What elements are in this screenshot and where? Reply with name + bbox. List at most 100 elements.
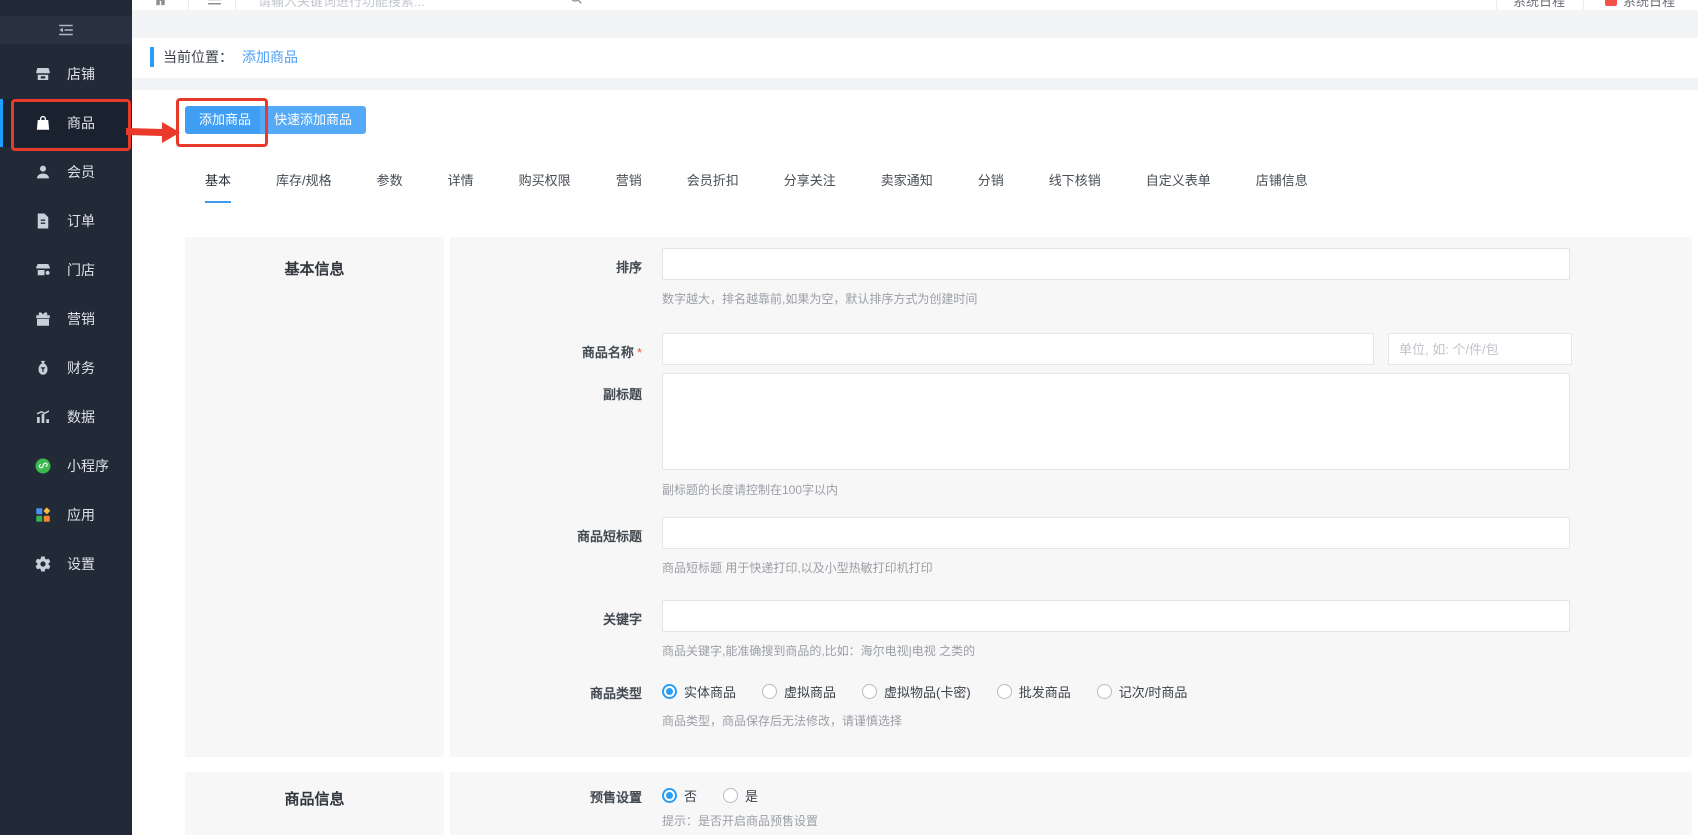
radio-icon	[723, 788, 739, 803]
radio-selected-icon	[662, 684, 677, 699]
required-mark: *	[636, 345, 642, 360]
store-icon	[36, 68, 50, 80]
presale-helper: 提示：是否开启商品预售设置	[662, 814, 819, 828]
sidebar-item-store-branch[interactable]: 门店	[0, 246, 132, 294]
collapse-sidebar-icon	[59, 24, 73, 36]
sort-label: 排序	[615, 260, 642, 275]
goods-bag-icon	[36, 115, 50, 130]
short-title-helper: 商品短标题 用于快递打印,以及小型热敏打印机打印	[662, 561, 933, 575]
topbar-divider	[1496, 0, 1497, 10]
keywords-input[interactable]	[662, 600, 1570, 632]
sidebar-item-apps[interactable]: 应用	[0, 491, 132, 539]
topbar-divider	[188, 0, 189, 10]
goods-type-helper: 商品类型，商品保存后无法修改，请谨慎选择	[662, 714, 903, 728]
tab-marketing[interactable]: 营销	[616, 170, 642, 203]
subtitle-textarea[interactable]	[662, 373, 1570, 470]
member-icon	[37, 165, 49, 179]
sort-input[interactable]	[662, 248, 1570, 280]
radio-icon	[762, 684, 778, 699]
section-info-title: 商品信息	[284, 791, 345, 808]
home-icon[interactable]	[152, 0, 169, 8]
sidebar-item-order[interactable]: 订单	[0, 197, 132, 245]
goods-type-label: 商品类型	[589, 686, 642, 701]
sidebar-item-shop[interactable]: 店铺	[0, 50, 132, 98]
presale-radio-group: 否 是	[662, 786, 784, 805]
product-name-label: 商品名称 *	[581, 345, 642, 360]
radio-option-count-time[interactable]: 记次/时商品	[1096, 682, 1187, 701]
menu-icon[interactable]	[206, 0, 223, 8]
tab-custom-form[interactable]: 自定义表单	[1146, 170, 1211, 203]
breadcrumb-label: 当前位置：	[163, 49, 233, 65]
sidebar-item-marketing[interactable]: 营销	[0, 295, 132, 343]
section-basic-form: 排序 数字越大，排名越靠前,如果为空，默认排序方式为创建时间 商品名称* 副标题…	[450, 237, 1692, 757]
radio-option-presale-no[interactable]: 否	[662, 786, 697, 805]
keywords-helper: 商品关键字,能准确搜到商品的,比如：海尔电视|电视 之类的	[662, 644, 976, 658]
gear-icon	[35, 556, 51, 572]
sidebar: 店铺 商品 会员 订单 门店 营销 财务 数据 小程序 应用 设置	[0, 0, 132, 835]
money-bag-icon	[38, 360, 48, 375]
keywords-label: 关键字	[602, 612, 642, 627]
breadcrumb-accent	[150, 47, 154, 67]
product-form-tabs: 基本 库存/规格 参数 详情 购买权限 营销 会员折扣 分享关注 卖家通知 分销…	[205, 170, 1308, 203]
tab-shop-info[interactable]: 店铺信息	[1256, 170, 1308, 203]
topbar-divider	[235, 0, 236, 10]
subtitle-label: 副标题	[602, 387, 642, 402]
section-basic-title: 基本信息	[284, 261, 345, 278]
quick-add-product-button[interactable]: 快速添加商品	[260, 106, 367, 134]
short-title-label: 商品短标题	[576, 529, 642, 544]
radio-option-physical[interactable]: 实体商品	[662, 682, 736, 701]
sidebar-item-data[interactable]: 数据	[0, 393, 132, 441]
topbar: 请输入关键词进行功能搜索... 系统日程 系统日程	[132, 0, 1698, 10]
radio-icon	[862, 684, 878, 699]
apps-grid-icon	[36, 507, 51, 522]
goods-type-radio-group: 实体商品 虚拟商品 虚拟物品(卡密) 批发商品 记次/时商品	[662, 682, 1213, 701]
admin-add-product-page: 请输入关键词进行功能搜索... 系统日程 系统日程 当前位置： 添加商品 添加商…	[0, 0, 1698, 835]
sidebar-item-finance[interactable]: 财务	[0, 344, 132, 392]
topbar-divider	[1583, 0, 1584, 10]
search-icon[interactable]	[568, 0, 584, 6]
tab-stock-spec[interactable]: 库存/规格	[276, 170, 332, 203]
section-info-left: 商品信息	[185, 772, 444, 835]
breadcrumb: 当前位置： 添加商品	[150, 47, 298, 67]
breadcrumb-current-link[interactable]: 添加商品	[242, 47, 298, 67]
tab-purchase-permission[interactable]: 购买权限	[519, 170, 571, 203]
tab-seller-notice[interactable]: 卖家通知	[881, 170, 933, 203]
short-title-input[interactable]	[662, 517, 1570, 549]
gift-icon	[36, 312, 50, 326]
radio-option-wholesale[interactable]: 批发商品	[996, 682, 1071, 701]
topbar-link-1[interactable]: 系统日程	[1513, 0, 1565, 10]
radio-option-presale-yes[interactable]: 是	[723, 786, 758, 805]
notification-icon[interactable]	[1605, 0, 1617, 6]
topbar-link-2[interactable]: 系统日程	[1623, 0, 1675, 10]
product-name-input[interactable]	[662, 333, 1374, 365]
order-icon	[37, 213, 49, 229]
breadcrumb-bar: 当前位置： 添加商品	[132, 38, 1698, 78]
storefront-icon	[36, 264, 50, 276]
subtitle-helper: 副标题的长度请控制在100字以内	[662, 483, 839, 497]
miniprogram-icon	[35, 458, 51, 474]
tab-params[interactable]: 参数	[377, 170, 403, 203]
tab-offline-verify[interactable]: 线下核销	[1049, 170, 1101, 203]
sidebar-item-goods[interactable]: 商品	[0, 99, 132, 147]
search-input[interactable]: 请输入关键词进行功能搜索...	[258, 0, 425, 10]
tab-basic[interactable]: 基本	[205, 170, 232, 203]
content-card: 添加商品 快速添加商品 基本 库存/规格 参数 详情 购买权限 营销 会员折扣 …	[132, 90, 1698, 835]
sidebar-item-member[interactable]: 会员	[0, 148, 132, 196]
sidebar-item-miniprogram[interactable]: 小程序	[0, 442, 132, 490]
tab-detail[interactable]: 详情	[448, 170, 474, 203]
radio-icon	[996, 684, 1012, 699]
unit-input[interactable]	[1388, 333, 1572, 365]
section-info-form: 预售设置 否 是 提示：是否开启商品预售设置	[450, 772, 1692, 835]
collapse-sidebar-button[interactable]	[0, 16, 132, 44]
radio-option-virtual-card[interactable]: 虚拟物品(卡密)	[862, 682, 971, 701]
radio-icon	[1096, 684, 1112, 699]
presale-label: 预售设置	[589, 790, 642, 805]
tab-member-discount[interactable]: 会员折扣	[687, 170, 739, 203]
sidebar-item-settings[interactable]: 设置	[0, 540, 132, 588]
tab-distribution[interactable]: 分销	[978, 170, 1004, 203]
chart-icon	[37, 410, 49, 423]
tab-share-follow[interactable]: 分享关注	[784, 170, 836, 203]
radio-selected-icon	[662, 788, 677, 803]
add-product-button[interactable]: 添加商品	[185, 106, 266, 134]
radio-option-virtual[interactable]: 虚拟商品	[762, 682, 836, 701]
